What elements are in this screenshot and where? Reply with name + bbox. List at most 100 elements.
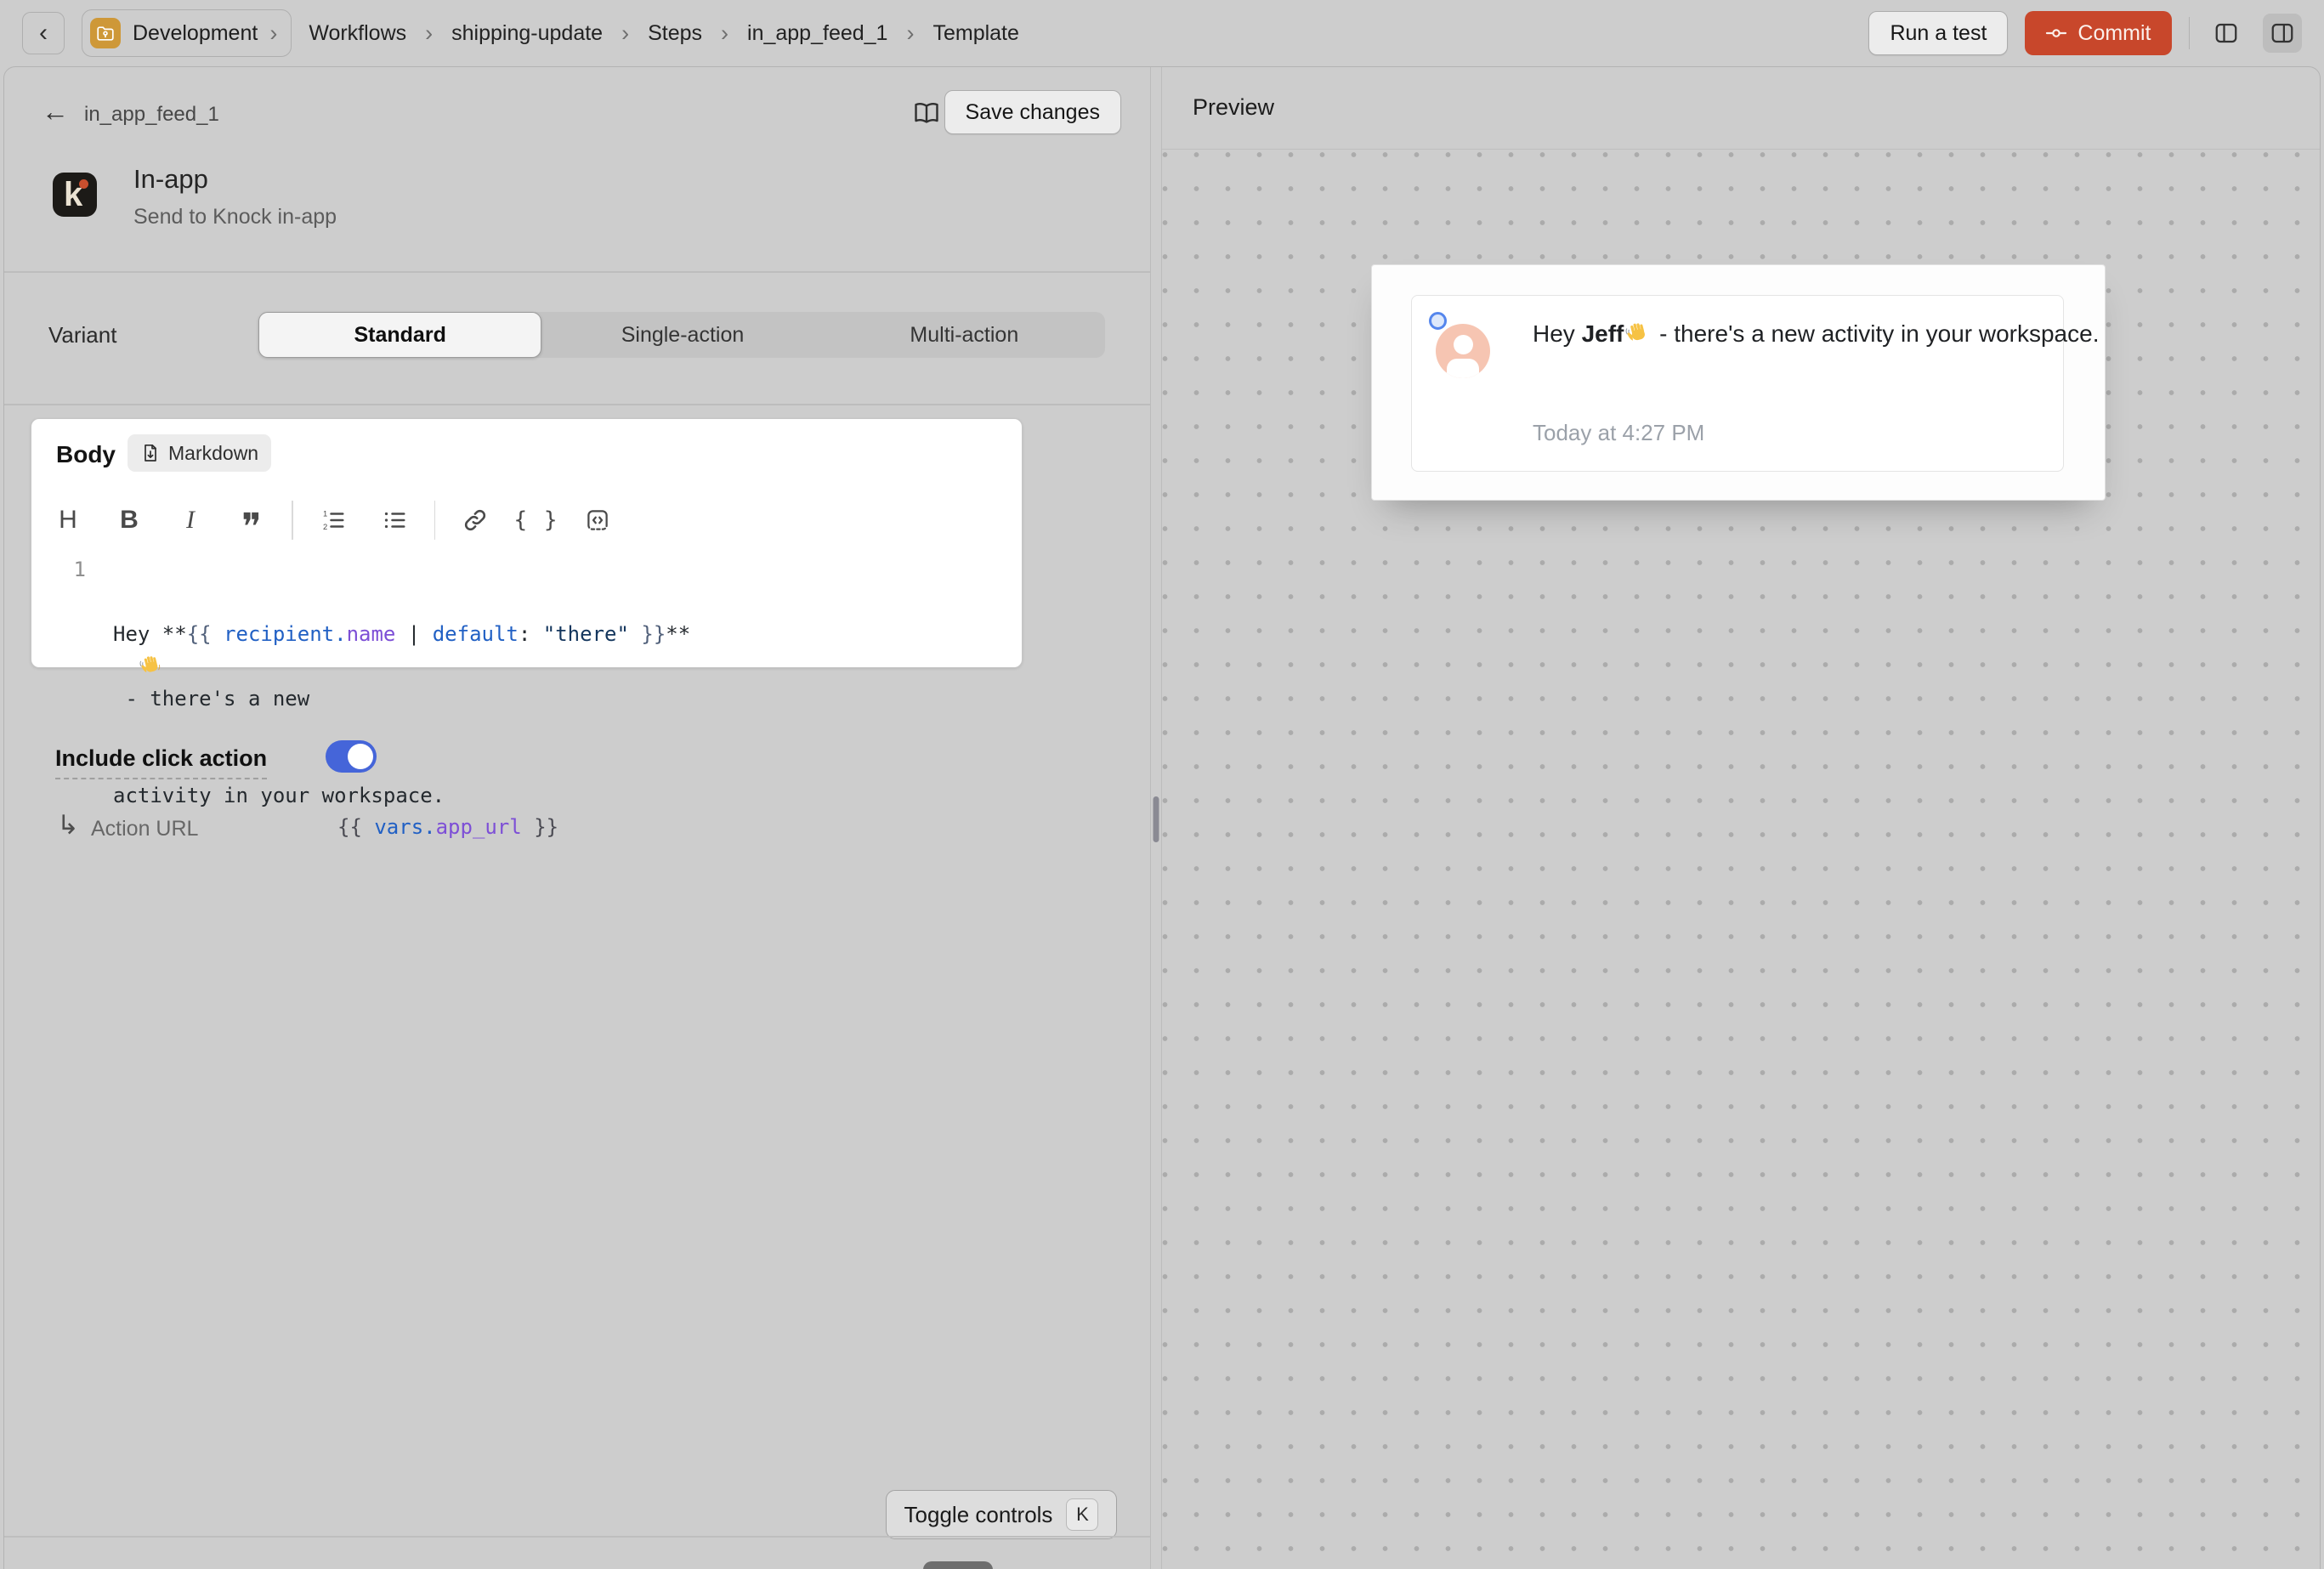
preview-canvas: Hey Jeff - there's a new activity in you… bbox=[1162, 150, 2320, 1569]
arrow-left-icon[interactable]: ← bbox=[42, 98, 69, 125]
code-line-1: Hey **{{ recipient.name | default: "ther… bbox=[113, 618, 1006, 715]
code-token: app_url bbox=[436, 815, 522, 839]
panel-bottom-divider bbox=[4, 1536, 1150, 1538]
code-token: Hey ** bbox=[113, 622, 187, 646]
keyboard-shortcut-badge: K bbox=[1066, 1498, 1098, 1531]
chevron-right-icon: › bbox=[269, 22, 277, 45]
save-changes-button[interactable]: Save changes bbox=[944, 90, 1121, 134]
commit-label: Commit bbox=[2077, 21, 2151, 46]
code-token: - there's a new bbox=[113, 687, 309, 711]
template-editor-panel: ← in_app_feed_1 Save changes k In-app Se… bbox=[4, 67, 1150, 1569]
avatar-person-icon bbox=[1454, 335, 1473, 354]
environment-folder-icon bbox=[90, 18, 121, 48]
message-suffix: - there's a new activity in your workspa… bbox=[1652, 320, 2099, 347]
blockquote-icon[interactable]: ❞ bbox=[237, 497, 266, 543]
breadcrumb: Workflows›shipping-update›Steps›in_app_f… bbox=[309, 21, 1019, 46]
notification-timestamp: Today at 4:27 PM bbox=[1533, 420, 1704, 446]
toolbar-divider bbox=[292, 501, 293, 540]
main-container: ← in_app_feed_1 Save changes k In-app Se… bbox=[3, 66, 2321, 1569]
notification-message: Hey Jeff - there's a new activity in you… bbox=[1533, 314, 2128, 353]
code-token: {{ bbox=[187, 622, 224, 646]
wave-emoji bbox=[1625, 320, 1651, 346]
code-token: | bbox=[395, 622, 432, 646]
return-arrow-icon: ↳ bbox=[57, 810, 79, 841]
link-icon[interactable] bbox=[461, 505, 490, 535]
wave-emoji bbox=[139, 654, 163, 677]
code-token: vars. bbox=[374, 815, 435, 839]
markdown-file-icon bbox=[140, 443, 161, 463]
liquid-variable-icon[interactable]: { } bbox=[522, 505, 551, 535]
line-number: 1 bbox=[52, 553, 86, 586]
code-line-2: activity in your workspace. bbox=[113, 779, 1006, 812]
formatting-toolbar: H B I ❞ 1 2 bbox=[54, 497, 612, 543]
toggle-right-panel-button[interactable] bbox=[2263, 14, 2302, 53]
knock-channel-logo: k bbox=[53, 173, 97, 217]
panel-resize-handle[interactable] bbox=[1153, 796, 1159, 842]
avatar bbox=[1436, 324, 1490, 378]
run-a-test-button[interactable]: Run a test bbox=[1868, 11, 2008, 55]
feed-preview-container: Hey Jeff - there's a new activity in you… bbox=[1371, 264, 2106, 501]
chevron-left-icon: ‹ bbox=[39, 19, 48, 48]
code-token: name bbox=[347, 622, 396, 646]
bold-icon[interactable]: B bbox=[115, 505, 144, 535]
message-prefix: Hey bbox=[1533, 320, 1582, 347]
breadcrumb-item[interactable]: Workflows bbox=[309, 21, 406, 46]
toggle-controls-label: Toggle controls bbox=[904, 1502, 1053, 1528]
italic-icon[interactable]: I bbox=[176, 505, 205, 535]
heading-icon[interactable]: H bbox=[54, 505, 82, 535]
channel-description: Send to Knock in-app bbox=[133, 205, 337, 229]
environment-label: Development bbox=[133, 21, 258, 46]
knock-logo-dot bbox=[79, 179, 88, 189]
variant-label: Variant bbox=[48, 322, 116, 348]
variant-option-standard[interactable]: Standard bbox=[258, 312, 541, 358]
channel-name: In-app bbox=[133, 164, 208, 195]
action-url-label: Action URL bbox=[91, 817, 198, 841]
markdown-badge-label: Markdown bbox=[168, 442, 258, 465]
code-token: }} bbox=[641, 622, 666, 646]
markdown-format-badge[interactable]: Markdown bbox=[128, 434, 271, 472]
code-content: Hey **{{ recipient.name | default: "ther… bbox=[113, 553, 1006, 876]
code-token: }} bbox=[522, 815, 558, 839]
code-token: ** bbox=[666, 622, 702, 646]
breadcrumb-item[interactable]: in_app_feed_1 bbox=[747, 21, 887, 46]
include-click-action-label: Include click action bbox=[55, 745, 267, 779]
body-label: Body bbox=[56, 441, 116, 468]
svg-text:1: 1 bbox=[323, 509, 327, 518]
panel-left-icon bbox=[2213, 20, 2239, 46]
variant-option-single-action[interactable]: Single-action bbox=[541, 312, 823, 358]
breadcrumb-item[interactable]: Template bbox=[932, 21, 1018, 46]
back-button[interactable]: ‹ bbox=[22, 12, 65, 54]
variant-segmented-control: StandardSingle-actionMulti-action bbox=[258, 312, 1105, 358]
code-block-icon[interactable] bbox=[583, 505, 612, 535]
editor-header: ← in_app_feed_1 Save changes bbox=[4, 67, 1150, 162]
action-url-value[interactable]: {{ vars.app_url }} bbox=[337, 815, 558, 839]
code-token: "there" bbox=[530, 622, 641, 646]
step-title: in_app_feed_1 bbox=[84, 103, 219, 127]
book-icon bbox=[912, 99, 941, 127]
toggle-knob bbox=[348, 744, 373, 769]
variant-option-multi-action[interactable]: Multi-action bbox=[824, 312, 1105, 358]
notification-card[interactable]: Hey Jeff - there's a new activity in you… bbox=[1411, 295, 2064, 472]
toggle-left-panel-button[interactable] bbox=[2207, 14, 2246, 53]
environment-switcher[interactable]: Development › bbox=[82, 9, 292, 57]
bullet-list-icon[interactable] bbox=[380, 505, 409, 535]
docs-button[interactable] bbox=[904, 91, 949, 135]
commit-icon bbox=[2045, 22, 2067, 44]
code-token: : bbox=[519, 622, 530, 646]
breadcrumb-item[interactable]: Steps bbox=[648, 21, 702, 46]
toggle-controls-button[interactable]: Toggle controls K bbox=[886, 1490, 1117, 1539]
breadcrumb-item[interactable]: shipping-update bbox=[451, 21, 603, 46]
chevron-right-icon: › bbox=[621, 22, 629, 45]
code-token: default bbox=[433, 622, 519, 646]
chevron-right-icon: › bbox=[425, 22, 433, 45]
code-token: {{ bbox=[337, 815, 374, 839]
bottom-toast-peek bbox=[923, 1561, 993, 1569]
panel-resize-gutter bbox=[1150, 67, 1162, 1569]
body-editor-card: Body Markdown H B I ❞ bbox=[31, 418, 1023, 668]
section-divider bbox=[4, 271, 1150, 273]
unread-indicator bbox=[1429, 312, 1447, 330]
ordered-list-icon[interactable]: 1 2 bbox=[319, 505, 348, 535]
commit-button[interactable]: Commit bbox=[2025, 11, 2171, 55]
include-click-action-toggle[interactable] bbox=[326, 740, 377, 773]
recipient-name: Jeff bbox=[1582, 320, 1624, 347]
